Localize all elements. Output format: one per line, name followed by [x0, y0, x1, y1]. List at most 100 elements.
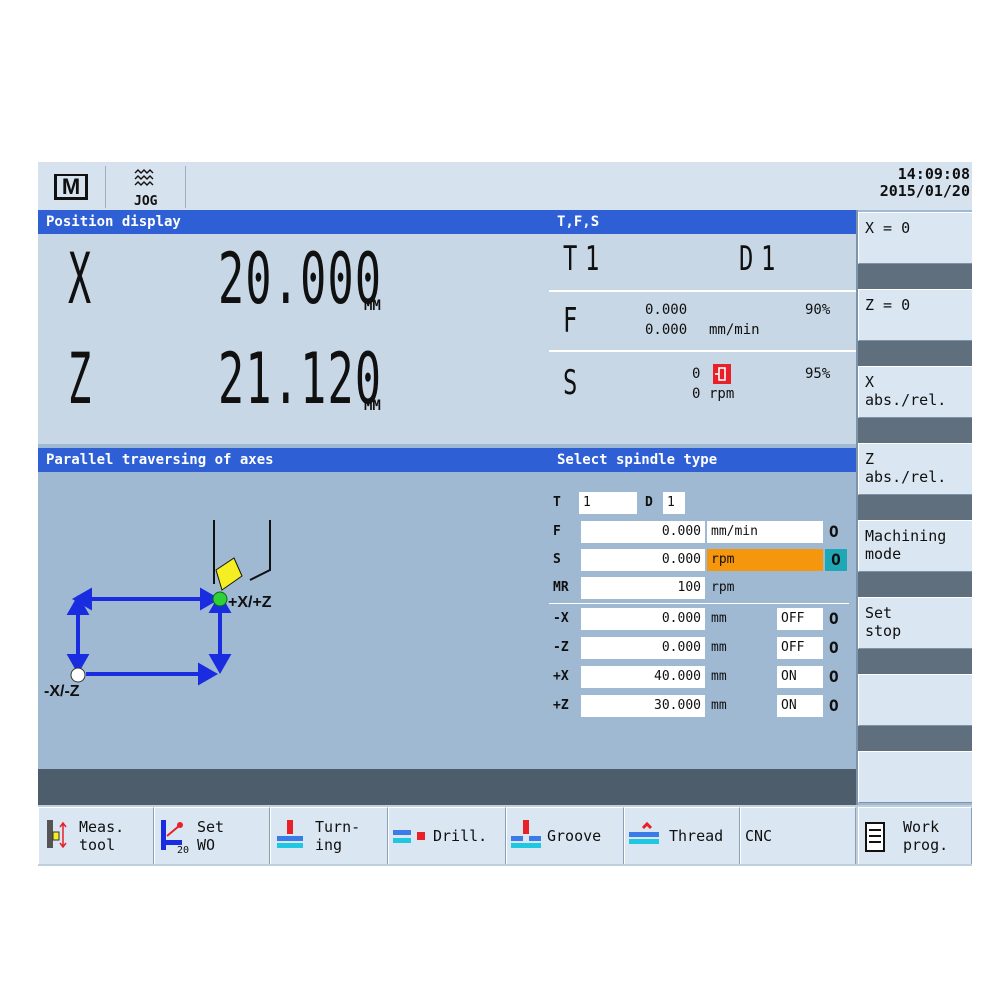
limit-state[interactable]: OFF — [777, 608, 823, 630]
spindle-d-label: D — [645, 495, 653, 510]
limit-unit: mm — [711, 611, 727, 626]
tfs-d-value: 1 — [761, 239, 776, 279]
cycle-icon[interactable]: O — [829, 521, 839, 543]
spindle-s-field[interactable]: 0.000 — [581, 549, 705, 571]
jog-area[interactable]: JOG — [106, 166, 186, 209]
softkey-gap — [858, 649, 972, 674]
spindle-d-field[interactable]: 1 — [663, 492, 685, 514]
softkey-label: X = 0 — [865, 219, 911, 237]
bottom-key-label: Thread — [669, 827, 724, 845]
meas-tool-button[interactable]: Meas. tool — [38, 807, 154, 864]
cnc-button[interactable]: CNC — [740, 807, 856, 864]
clock-time: 14:09:08 — [897, 165, 970, 183]
softkey-label: stop — [865, 622, 902, 640]
softkey-label: Z — [865, 450, 875, 468]
cycle-icon[interactable]: O — [829, 695, 839, 717]
limit-label: -Z — [553, 640, 569, 655]
bottom-key-label: prog. — [903, 836, 949, 854]
spindle-t-field[interactable]: 1 — [579, 492, 637, 514]
softkey-x-zero[interactable]: X = 0 — [858, 212, 972, 264]
cycle-icon[interactable]: O — [829, 666, 839, 688]
position-panel: X 20.000 MM Z 21.120 MM — [38, 234, 549, 444]
softkey-empty[interactable] — [858, 751, 972, 803]
groove-icon — [511, 820, 541, 848]
softkey-label: Set — [865, 604, 893, 622]
bottom-key-label: ing — [315, 836, 343, 854]
softkey-z-zero[interactable]: Z = 0 — [858, 289, 972, 341]
groove-button[interactable]: Groove — [506, 807, 624, 864]
set-wo-subscript: 20 — [177, 845, 190, 856]
program-list-icon — [865, 822, 885, 852]
softkey-gap — [858, 341, 972, 366]
cycle-icon[interactable]: O — [829, 608, 839, 630]
bottom-key-label: Drill. — [433, 827, 488, 845]
jog-label: JOG — [134, 194, 158, 209]
tfs-s-value-1: 0 — [692, 366, 701, 382]
mode-area[interactable]: M — [38, 166, 106, 208]
axis-x-unit: MM — [364, 298, 381, 314]
tfs-t-value: 1 — [585, 239, 600, 279]
spindle-mr-field[interactable]: 100 — [581, 577, 705, 599]
spindle-row-label: F — [553, 524, 561, 539]
softkey-empty[interactable] — [858, 674, 972, 726]
limit-state[interactable]: ON — [777, 666, 823, 688]
spindle-direction-icon — [713, 364, 731, 384]
softkey-label: abs./rel. — [865, 391, 947, 409]
bottom-key-label: Set — [197, 818, 225, 836]
tfs-f-unit: mm/min — [709, 322, 760, 338]
softkey-gap — [858, 264, 972, 289]
spindle-mr-unit: rpm — [711, 580, 735, 595]
thread-icon — [629, 822, 659, 844]
bottom-key-label: WO — [197, 836, 216, 854]
bottom-key-label: CNC — [745, 827, 773, 845]
spindle-row-label: MR — [553, 580, 569, 595]
softkey-gap — [858, 418, 972, 443]
softkey-label: Machining — [865, 527, 947, 545]
axis-z-value: 21.120 — [218, 338, 383, 420]
position-display-header: Position display — [38, 210, 549, 234]
thread-button[interactable]: Thread — [624, 807, 740, 864]
clock-date: 2015/01/20 — [879, 182, 970, 200]
set-wo-button[interactable]: 20 Set WO — [154, 807, 270, 864]
limit-field[interactable]: 40.000 — [581, 666, 705, 688]
bottom-key-label: Work — [903, 818, 940, 836]
tfs-s-percent: 95% — [805, 366, 831, 382]
limit-state[interactable]: ON — [777, 695, 823, 717]
limit-field[interactable]: 30.000 — [581, 695, 705, 717]
limit-unit: mm — [711, 698, 727, 713]
drill-button[interactable]: Drill. — [388, 807, 506, 864]
drill-icon — [393, 830, 425, 843]
cycle-icon[interactable]: O — [829, 637, 839, 659]
status-bar — [38, 769, 856, 805]
softkey-set-stop[interactable]: Set stop — [858, 597, 972, 649]
axis-z-letter: Z — [68, 338, 92, 420]
spindle-form: T 1 D 1 F 0.000 mm/min O S 0.000 rpm O M… — [549, 472, 856, 769]
softkey-label: mode — [865, 545, 902, 563]
softkey-x-abs-rel[interactable]: X abs./rel. — [858, 366, 972, 418]
tfs-f-value-1: 0.000 — [645, 302, 688, 318]
cnc-screen: M JOG 14:09:08 2015/01/20 Position displ… — [38, 162, 972, 866]
softkey-machining-mode[interactable]: Machining mode — [858, 520, 972, 572]
axis-x-value: 20.000 — [218, 238, 383, 320]
tfs-separator — [549, 290, 856, 292]
limit-field[interactable]: 0.000 — [581, 637, 705, 659]
tfs-s-unit: rpm — [709, 386, 735, 402]
tfs-f-percent: 90% — [805, 302, 831, 318]
spindle-f-unit[interactable]: mm/min — [707, 521, 823, 543]
softkey-gap — [858, 726, 972, 751]
spindle-row-label: S — [553, 552, 561, 567]
spindle-f-field[interactable]: 0.000 — [581, 521, 705, 543]
limit-state[interactable]: OFF — [777, 637, 823, 659]
machine-mode-icon: M — [54, 174, 88, 200]
limit-field[interactable]: 0.000 — [581, 608, 705, 630]
turning-button[interactable]: Turn- ing — [270, 807, 388, 864]
turning-icon — [277, 820, 303, 848]
bottom-key-label: Meas. — [79, 818, 125, 836]
cycle-icon[interactable]: O — [825, 549, 847, 571]
bottom-key-label: tool — [79, 836, 116, 854]
softkey-z-abs-rel[interactable]: Z abs./rel. — [858, 443, 972, 495]
traverse-diagram — [66, 520, 271, 686]
work-prog-button[interactable]: Work prog. — [858, 807, 972, 864]
tfs-f-label: F — [563, 301, 578, 341]
spindle-s-unit[interactable]: rpm — [707, 549, 823, 571]
